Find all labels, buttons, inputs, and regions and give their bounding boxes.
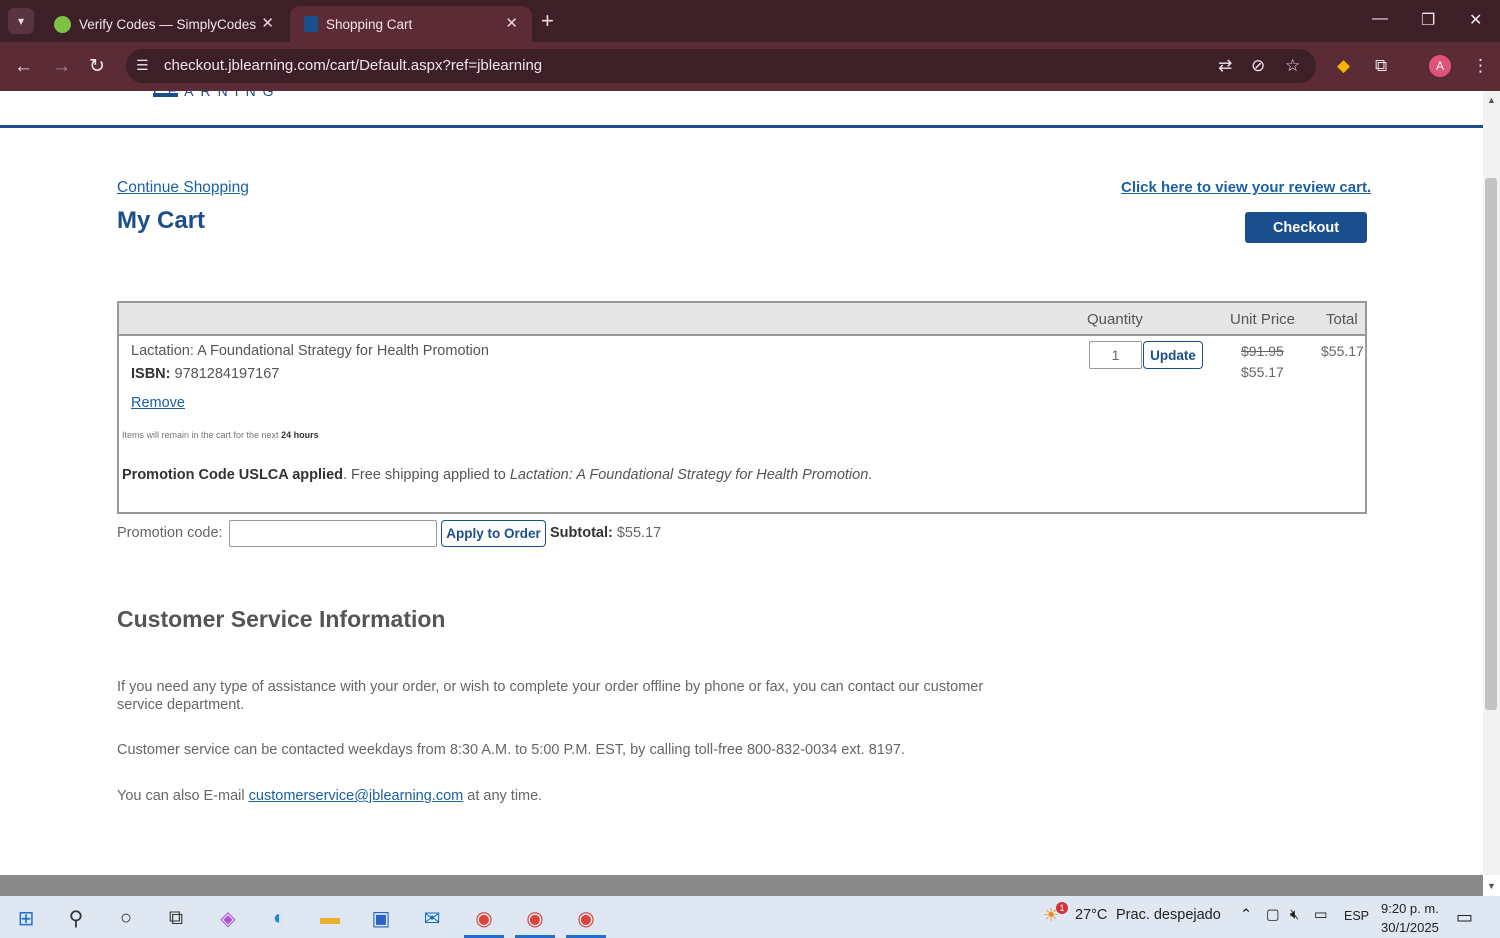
quantity-header: Quantity: [1087, 311, 1143, 328]
url-text[interactable]: checkout.jblearning.com/cart/Default.asp…: [164, 57, 542, 74]
product-name: Lactation: A Foundational Strategy for H…: [131, 343, 489, 359]
system-clock[interactable]: 9:20 p. m. 30/1/2025: [1381, 899, 1439, 937]
page-content: LEARNING Continue Shopping Click here to…: [0, 91, 1483, 875]
unit-price-header: Unit Price: [1230, 311, 1296, 328]
copilot-icon[interactable]: ◈: [214, 904, 242, 932]
volume-muted-icon[interactable]: 🔇︎: [1290, 907, 1299, 923]
customer-service-email-link[interactable]: customerservice@jblearning.com: [249, 788, 464, 804]
line-total: $55.17: [1321, 343, 1364, 359]
quantity-input[interactable]: 1: [1089, 341, 1142, 369]
weather-badge: 1: [1056, 902, 1068, 914]
email-suffix: at any time.: [467, 788, 543, 804]
weather-condition[interactable]: Prac. despejado: [1116, 907, 1221, 923]
browser-menu-icon[interactable]: ⋮: [1472, 56, 1489, 76]
scrollbar-thumb[interactable]: [1485, 178, 1497, 710]
extensions-puzzle-icon[interactable]: ⧉: [1375, 56, 1387, 76]
promotion-code-label: Promotion code:: [117, 525, 223, 541]
search-icon[interactable]: ⚲: [62, 904, 90, 932]
new-tab-plus-icon[interactable]: +: [541, 8, 554, 34]
tab-title: Shopping Cart: [326, 16, 413, 32]
translate-icon[interactable]: ⇄: [1218, 56, 1232, 76]
meet-now-icon[interactable]: ▢: [1266, 907, 1280, 923]
profile-avatar[interactable]: A: [1429, 55, 1451, 77]
subtotal-label: Subtotal:: [550, 525, 613, 541]
eye-slash-icon[interactable]: ⊘: [1251, 56, 1265, 76]
scroll-up-arrow-icon[interactable]: ▲: [1487, 95, 1496, 105]
browser-tab-bar: ▾ Verify Codes — SimplyCodes ✕ Shopping …: [0, 0, 1500, 42]
forward-arrow-icon[interactable]: →: [52, 55, 71, 79]
clock-time: 9:20 p. m.: [1381, 901, 1439, 916]
cart-expiry-note: Items will remain in the cart for the ne…: [122, 430, 319, 440]
cart-expiry-hours: 24 hours: [281, 430, 319, 440]
task-view-icon[interactable]: ⧉: [162, 904, 190, 932]
microsoft-store-icon[interactable]: ▣: [367, 904, 395, 932]
extension-colorful-icon[interactable]: ◆: [1337, 56, 1350, 76]
customer-service-title: Customer Service Information: [117, 606, 446, 632]
reload-icon[interactable]: ↻: [89, 55, 105, 79]
tab-close-icon[interactable]: ✕: [505, 14, 518, 32]
header-divider: [0, 125, 1483, 128]
language-indicator[interactable]: ESP: [1344, 909, 1369, 923]
edge-icon[interactable]: ◐: [265, 904, 293, 932]
isbn-value: 9781284197167: [174, 366, 280, 382]
tab-shopping-cart[interactable]: Shopping Cart ✕: [290, 6, 532, 42]
original-price: $91.95: [1241, 343, 1284, 359]
subtotal-value: $55.17: [616, 525, 662, 541]
continue-shopping-link[interactable]: Continue Shopping: [117, 179, 249, 197]
subtotal: Subtotal: $55.17: [550, 525, 661, 541]
temperature[interactable]: 27°C: [1075, 907, 1107, 923]
simplycodes-favicon-icon: [54, 15, 71, 33]
chrome-profile-a-icon[interactable]: ◉: [521, 904, 549, 932]
jblearning-logo[interactable]: LEARNING: [153, 91, 281, 99]
total-header: Total: [1326, 311, 1358, 328]
isbn-label: ISBN:: [131, 366, 171, 382]
promo-applied-code: Promotion Code USLCA applied: [122, 467, 343, 483]
cortana-circle-icon[interactable]: ○: [112, 904, 140, 932]
outlook-icon[interactable]: ✉: [418, 904, 446, 932]
tab-title: Verify Codes — SimplyCodes: [79, 16, 257, 32]
network-icon[interactable]: ▭: [1314, 907, 1328, 923]
minimize-icon[interactable]: —: [1372, 10, 1388, 28]
tab-search-chevron-icon[interactable]: ▾: [8, 8, 34, 34]
promo-applied-text: . Free shipping applied to: [343, 467, 506, 483]
customer-service-email-line: You can also E-mail customerservice@jble…: [117, 787, 1017, 805]
promotion-applied-message: Promotion Code USLCA applied. Free shipp…: [122, 467, 872, 483]
scroll-down-arrow-icon[interactable]: ▼: [1487, 881, 1496, 891]
remove-link[interactable]: Remove: [131, 395, 185, 411]
restore-icon[interactable]: ❐: [1421, 10, 1435, 30]
back-arrow-icon[interactable]: ←: [14, 55, 33, 79]
cart-expiry-text: Items will remain in the cart for the ne…: [122, 430, 279, 440]
chrome-profile-a2-icon[interactable]: ◉: [572, 904, 600, 932]
tab-close-icon[interactable]: ✕: [261, 14, 274, 32]
file-explorer-icon[interactable]: ▬: [316, 904, 344, 932]
jblearning-favicon-icon: [304, 16, 318, 32]
windows-start-icon[interactable]: ⊞: [12, 904, 40, 932]
apply-to-order-button[interactable]: Apply to Order: [441, 520, 546, 547]
bookmark-star-icon[interactable]: ☆: [1285, 56, 1300, 76]
clock-date: 30/1/2025: [1381, 920, 1439, 935]
chrome-profile-j-icon[interactable]: ◉: [470, 904, 498, 932]
show-hidden-icons-chevron-icon[interactable]: ⌃: [1240, 907, 1252, 923]
promo-applied-product: Lactation: A Foundational Strategy for H…: [509, 467, 869, 483]
tab-verify-codes[interactable]: Verify Codes — SimplyCodes ✕: [40, 6, 288, 42]
notifications-icon[interactable]: ▭: [1456, 907, 1473, 928]
email-prefix: You can also E-mail: [117, 788, 245, 804]
cart-table-header: Quantity Unit Price Total: [119, 303, 1365, 336]
cart-table: Quantity Unit Price Total Lactation: A F…: [117, 301, 1367, 514]
update-button[interactable]: Update: [1143, 341, 1203, 369]
unit-price: $55.17: [1241, 364, 1284, 380]
checkout-button[interactable]: Checkout: [1245, 212, 1367, 243]
review-cart-link[interactable]: Click here to view your review cart.: [1121, 179, 1371, 196]
site-info-icon[interactable]: ☰: [136, 57, 149, 74]
window-close-icon[interactable]: ✕: [1469, 10, 1482, 30]
customer-service-paragraph: If you need any type of assistance with …: [117, 679, 984, 713]
page-footer-band: [0, 875, 1483, 896]
customer-service-hours: Customer service can be contacted weekda…: [117, 742, 905, 758]
promotion-code-input[interactable]: [229, 520, 437, 547]
promo-applied-end: .: [868, 467, 873, 483]
product-isbn: ISBN: 9781284197167: [131, 366, 279, 382]
page-title: My Cart: [117, 207, 206, 234]
